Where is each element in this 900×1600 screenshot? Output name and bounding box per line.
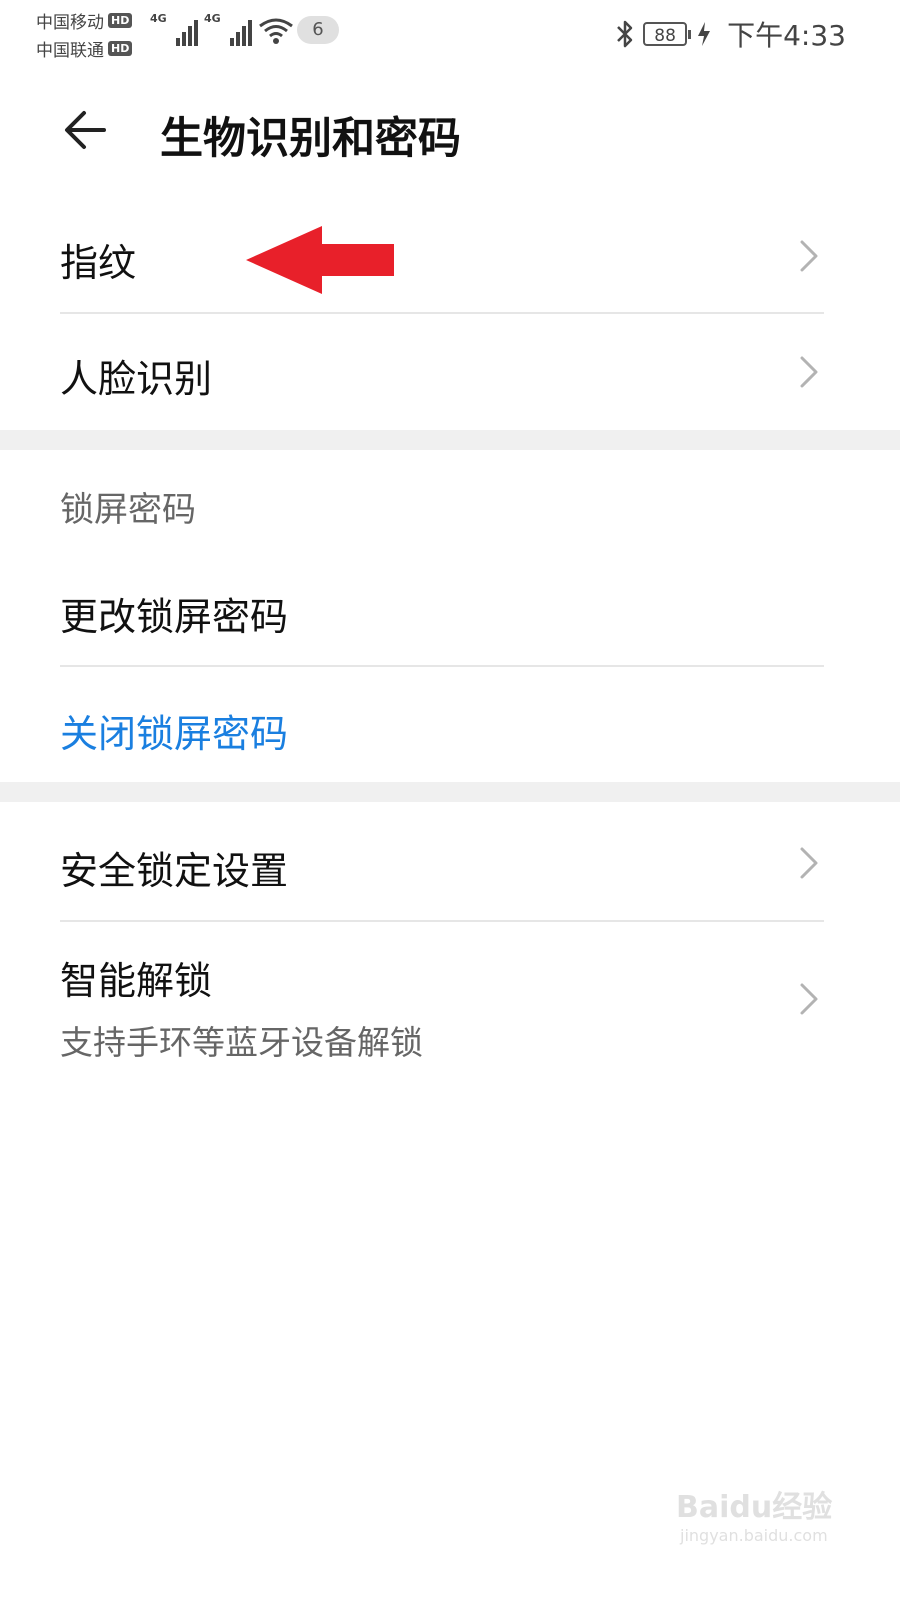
- app-header: 生物识别和密码: [0, 90, 900, 170]
- menu-item-fingerprint[interactable]: 指纹: [0, 200, 900, 312]
- signal-indicators: 4G 4G: [150, 12, 294, 46]
- carrier-2: 中国联通: [36, 40, 104, 61]
- section-separator: [0, 782, 900, 802]
- back-arrow-icon: [65, 111, 106, 149]
- menu-item-label: 智能解锁: [60, 959, 213, 1003]
- network-type-2: 4G: [204, 12, 221, 25]
- chevron-right-icon: [800, 356, 818, 388]
- chevron-right-icon: [800, 847, 818, 879]
- carrier-info: 中国移动 HD 中国联通 HD: [36, 6, 156, 62]
- menu-item-change-lock-password[interactable]: 更改锁屏密码: [0, 556, 900, 664]
- menu-item-disable-lock-password[interactable]: 关闭锁屏密码: [0, 667, 900, 782]
- menu-item-label: 指纹: [60, 241, 137, 285]
- section-separator: [0, 430, 900, 450]
- red-arrow-icon: [246, 226, 394, 294]
- signal-2-icon: 4G: [204, 12, 252, 46]
- notification-count-badge: 6: [297, 16, 339, 44]
- menu-item-label: 人脸识别: [60, 357, 213, 401]
- back-button[interactable]: [58, 102, 114, 158]
- menu-item-label: 更改锁屏密码: [60, 595, 289, 639]
- watermark-url: jingyan.baidu.com: [680, 1526, 828, 1545]
- battery-icon: 88: [643, 22, 692, 46]
- carrier-1: 中国移动: [36, 12, 104, 33]
- page-title: 生物识别和密码: [160, 114, 461, 164]
- menu-item-face-recognition[interactable]: 人脸识别: [0, 314, 900, 430]
- hd-badge-2: HD: [108, 40, 133, 56]
- section-title-lock-screen: 锁屏密码: [60, 490, 196, 530]
- charging-icon: [698, 22, 711, 46]
- status-right: 88 下午4:33: [615, 14, 846, 54]
- watermark-brand: Baidu经验: [676, 1490, 833, 1525]
- signal-1-icon: 4G: [150, 12, 198, 46]
- wifi-icon: [259, 18, 293, 44]
- status-bar: 中国移动 HD 中国联通 HD 4G 4G 6 88 下午4:33: [0, 0, 900, 62]
- chevron-right-icon: [800, 240, 818, 272]
- menu-item-label: 安全锁定设置: [60, 849, 289, 893]
- menu-item-subtitle: 支持手环等蓝牙设备解锁: [60, 1023, 423, 1062]
- hd-badge-1: HD: [108, 12, 133, 28]
- network-type-1: 4G: [150, 12, 167, 25]
- menu-item-smart-unlock[interactable]: 智能解锁 支持手环等蓝牙设备解锁: [0, 922, 900, 1072]
- bluetooth-icon: [617, 20, 633, 48]
- chevron-right-icon: [800, 983, 818, 1015]
- watermark: Baidu经验 jingyan.baidu.com: [676, 1482, 836, 1552]
- menu-item-label: 关闭锁屏密码: [60, 712, 289, 756]
- menu-item-security-lock-settings[interactable]: 安全锁定设置: [0, 802, 900, 920]
- clock: 下午4:33: [727, 19, 846, 52]
- battery-level: 88: [654, 26, 676, 46]
